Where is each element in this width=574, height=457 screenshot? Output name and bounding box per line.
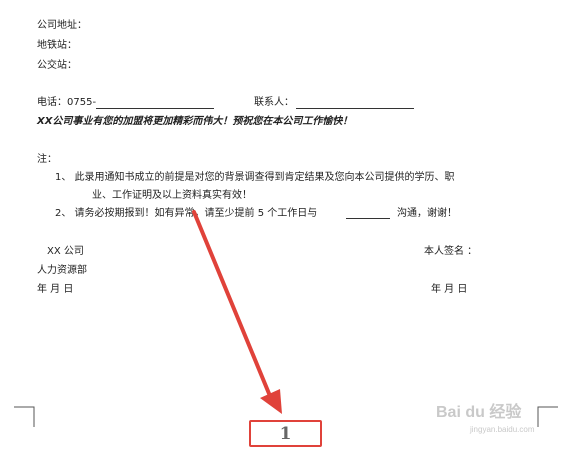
watermark-text: Bai du 经验 [436, 404, 522, 421]
page-number-box: 1 [249, 420, 322, 447]
watermark-url: jingyan.baidu.com [470, 425, 535, 434]
page-number: 1 [279, 423, 292, 444]
baidu-watermark: Bai du 经验 [436, 398, 521, 422]
annotation-arrow [192, 210, 282, 414]
